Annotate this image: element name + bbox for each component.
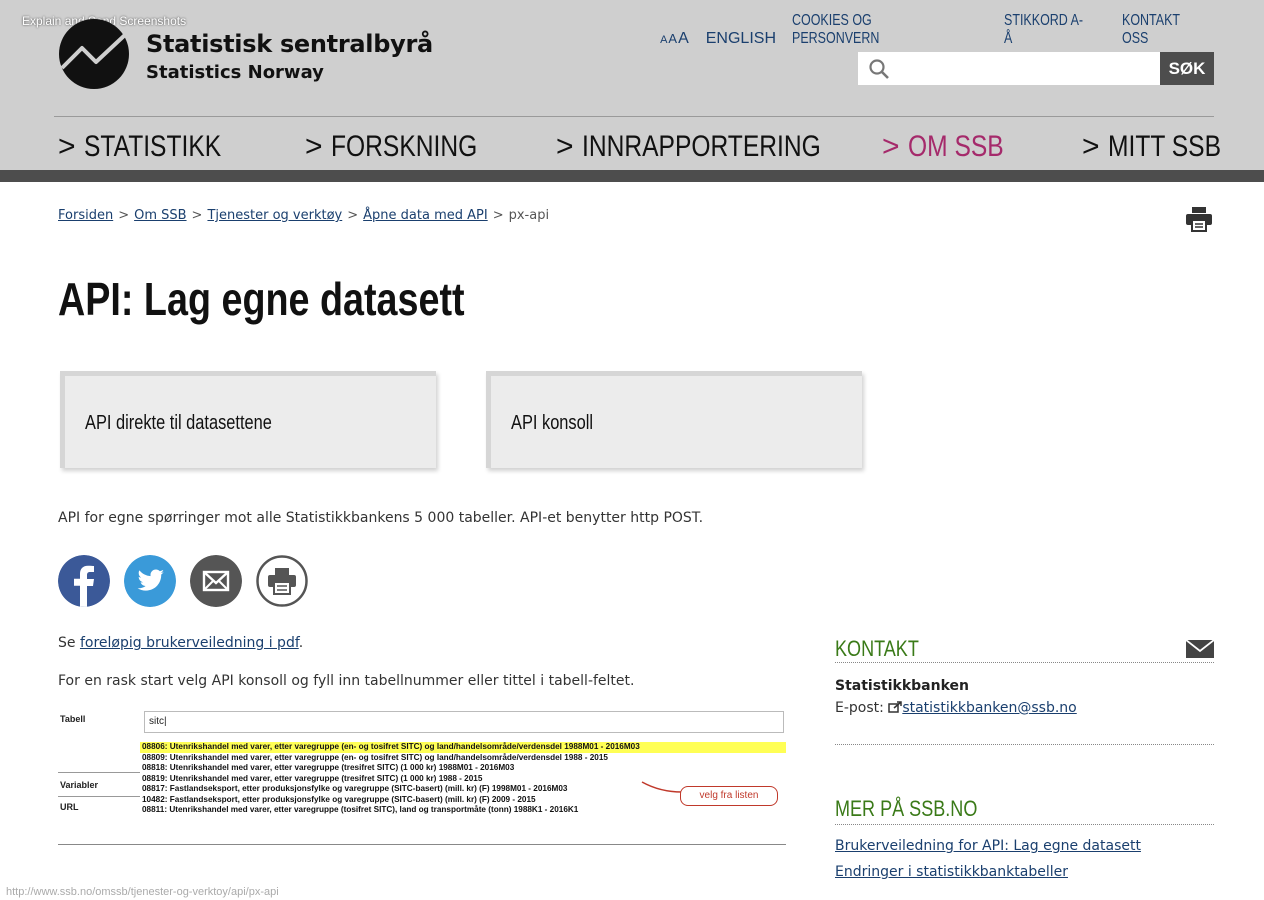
row-divider: [58, 772, 140, 773]
guide-suffix: .: [298, 635, 304, 651]
breadcrumb: Forsiden > Om SSB > Tjenester og verktøy…: [58, 208, 549, 223]
breadcrumb-link[interactable]: Forsiden: [58, 208, 113, 223]
contact-heading: KONTAKT: [835, 636, 919, 661]
nav-item-label: INNRAPPORTERING: [581, 130, 821, 163]
contact-divider: [835, 662, 1214, 663]
card-label: API direkte til datasettene: [85, 412, 272, 434]
english-link[interactable]: ENGLISH: [706, 30, 776, 48]
page-title: API: Lag egne datasett: [58, 273, 465, 325]
card-api-konsoll[interactable]: API konsoll: [486, 371, 862, 468]
index-link[interactable]: STIKKORD A-Å: [1004, 12, 1084, 48]
card-label: API konsoll: [511, 412, 594, 434]
suggestion-item: 08819: Utenrikshandel med varer, etter v…: [142, 773, 483, 783]
nav-item-om-ssb[interactable]: > OM SSB: [882, 130, 1025, 164]
breadcrumb-link[interactable]: Tjenester og verktøy: [207, 208, 342, 223]
nav-item-statistikk[interactable]: > STATISTIKK: [58, 130, 251, 164]
breadcrumb-separator: >: [492, 208, 504, 223]
breadcrumb-separator: >: [347, 208, 359, 223]
breadcrumb-separator: >: [191, 208, 203, 223]
card-api-direkte[interactable]: API direkte til datasettene: [60, 371, 436, 468]
quickstart-paragraph: For en rask start velg API konsoll og fy…: [58, 673, 635, 689]
row-divider: [58, 796, 140, 797]
nav-arrow-icon: >: [556, 130, 574, 163]
url-label: URL: [60, 802, 79, 812]
intro-text: API for egne spørringer mot alle Statist…: [58, 510, 704, 526]
breadcrumb-current: px-api: [508, 208, 550, 223]
font-size-large-button[interactable]: A: [678, 30, 690, 47]
site-search: SØK: [858, 52, 1214, 85]
contact-email-link[interactable]: statistikkbanken@ssb.no: [902, 700, 1076, 716]
font-size-switcher: AAA: [660, 30, 690, 48]
more-heading: MER PÅ SSB.NO: [835, 796, 978, 821]
screenshot-bottom-rule: [58, 844, 786, 845]
ssb-logo-icon[interactable]: [58, 18, 130, 90]
status-bar-url: http://www.ssb.no/omssb/tjenester-og-ver…: [6, 886, 279, 898]
api-console-screenshot: Tabell sitc| Variabler URL 08806: Utenri…: [58, 708, 786, 848]
breadcrumb-separator: >: [118, 208, 130, 223]
header-bottom-bar: [0, 170, 1264, 182]
nav-item-forskning[interactable]: > FORSKNING: [305, 130, 509, 164]
nav-arrow-icon: >: [882, 130, 900, 163]
sidebar-link-changes[interactable]: Endringer i statistikkbanktabeller: [835, 864, 1068, 880]
brand-name-english[interactable]: Statistics Norway: [146, 62, 324, 83]
contact-email-line: E-post: statistikkbanken@ssb.no: [835, 700, 1077, 716]
suggestion-item: 08806: Utenrikshandel med varer, etter v…: [140, 742, 786, 753]
search-button[interactable]: SØK: [1160, 52, 1214, 85]
contact-name: Statistikkbanken: [835, 678, 969, 694]
suggestion-item: 08811: Utenrikshandel med varer, etter v…: [142, 805, 579, 814]
brand-name-norwegian[interactable]: Statistisk sentralbyrå: [146, 30, 433, 58]
tabell-label: Tabell: [60, 714, 86, 724]
font-size-medium-button[interactable]: A: [668, 31, 678, 46]
nav-arrow-icon: >: [1082, 130, 1100, 163]
nav-divider: [54, 116, 1214, 117]
nav-item-innrapportering[interactable]: > INNRAPPORTERING: [556, 130, 873, 164]
nav-item-label: STATISTIKK: [83, 130, 222, 163]
print-icon[interactable]: [1185, 206, 1213, 232]
external-link-icon: [888, 701, 903, 713]
nav-arrow-icon: >: [58, 130, 76, 163]
print-share-icon[interactable]: [256, 555, 308, 607]
twitter-icon[interactable]: [124, 555, 176, 607]
nav-item-label: OM SSB: [907, 130, 1004, 163]
more-divider: [835, 824, 1214, 825]
contact-bottom-divider: [835, 744, 1214, 745]
facebook-icon[interactable]: [58, 555, 110, 607]
variabler-label: Variabler: [60, 780, 99, 790]
tabell-input: sitc|: [144, 711, 784, 733]
suggestion-item: 08818: Utenrikshandel med varer, etter v…: [142, 763, 515, 772]
suggestion-item: 08809: Utenrikshandel med varer, etter v…: [142, 752, 608, 762]
guide-prefix: Se: [58, 635, 80, 651]
callout-bubble: velg fra listen: [680, 786, 778, 806]
search-input[interactable]: [858, 52, 1160, 85]
sidebar-link-guide[interactable]: Brukerveiledning for API: Lag egne datas…: [835, 838, 1141, 854]
guide-pdf-link[interactable]: foreløpig brukerveiledning i pdf: [80, 635, 299, 651]
breadcrumb-link[interactable]: Om SSB: [134, 208, 186, 223]
contact-link[interactable]: KONTAKT OSS: [1122, 12, 1194, 48]
nav-item-label: FORSKNING: [330, 130, 478, 163]
top-links: AAA ENGLISH COOKIES OG PERSONVERN STIKKO…: [660, 12, 1214, 48]
nav-item-mitt-ssb[interactable]: > MITT SSB: [1082, 130, 1246, 164]
nav-arrow-icon: >: [305, 130, 323, 163]
nav-item-label: MITT SSB: [1107, 130, 1221, 163]
callout-pointer-icon: [641, 781, 683, 793]
email-prefix: E-post:: [835, 700, 889, 716]
search-icon: [869, 58, 889, 79]
email-share-icon[interactable]: [190, 555, 242, 607]
cookies-link[interactable]: COOKIES OG PERSONVERN: [792, 12, 945, 48]
site-header: Explain and Send Screenshots Statistisk …: [0, 0, 1264, 182]
envelope-icon[interactable]: [1186, 640, 1214, 658]
guide-paragraph: Se foreløpig brukerveiledning i pdf.: [58, 635, 303, 651]
breadcrumb-link[interactable]: Åpne data med API: [363, 208, 488, 223]
